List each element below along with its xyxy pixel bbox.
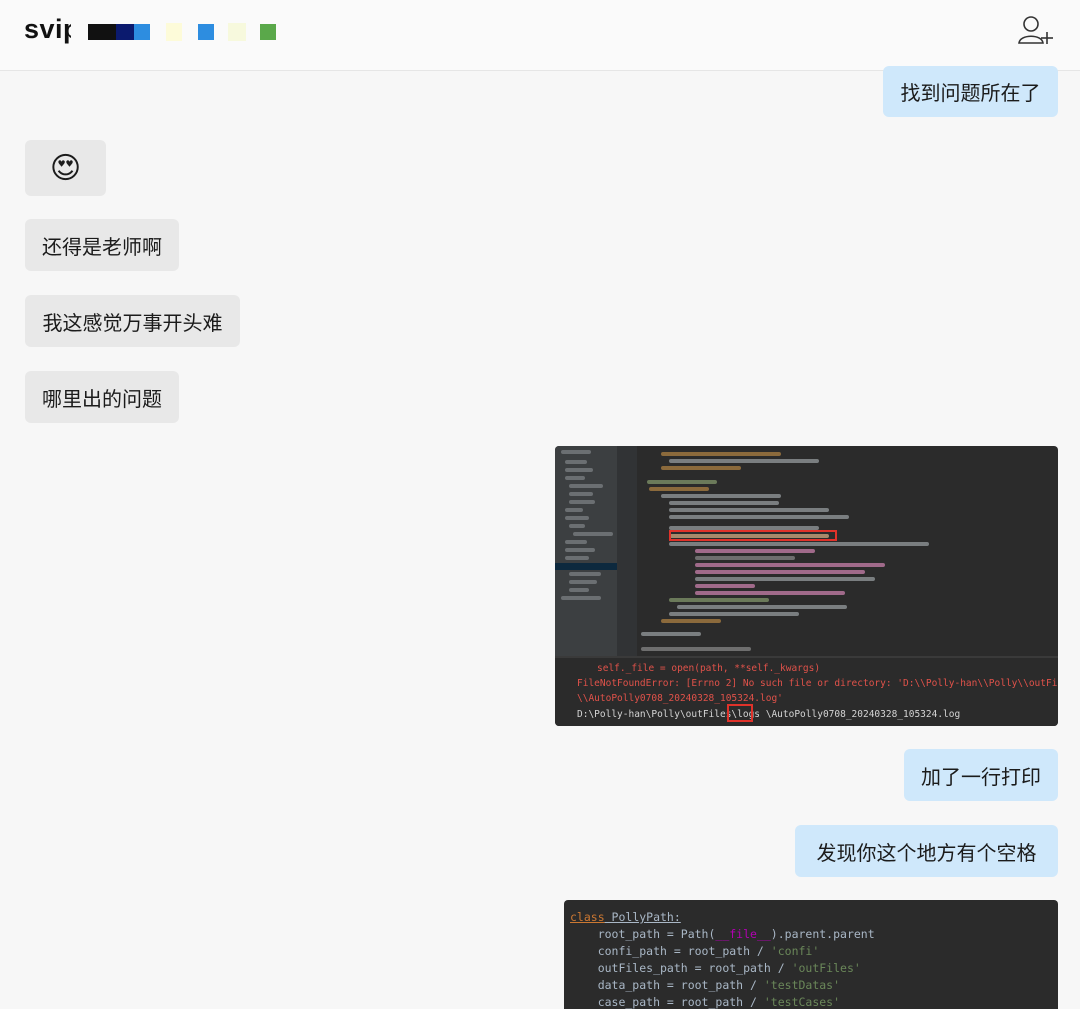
code-line [695,570,865,574]
code-dunder: __file__ [715,927,771,941]
ide-editor-code [639,446,1058,656]
screenshot-image-message[interactable]: self._file = open(path, **self._kwargs) … [555,446,1058,726]
tree-row [561,596,601,600]
highlight-box [727,704,753,722]
code-text: confi_path = root_path / [570,944,771,958]
code-line: case_path = root_path / 'testCases' [570,995,840,1009]
code-string: 'testDatas' [763,978,841,992]
terminal-line: D:\Polly-han\Polly\outFiles\logs \AutoPo… [577,709,961,720]
code-line [647,480,717,484]
ide-gutter [617,446,637,656]
code-line [669,501,779,505]
code-image-message[interactable]: class PollyPath: root_path = Path(__file… [564,900,1058,1009]
code-line [677,605,847,609]
code-line: class PollyPath: [570,910,681,924]
tree-row [569,524,585,528]
redacted-name-block [228,23,246,41]
tree-row [565,468,593,472]
code-keyword: class [570,910,605,924]
terminal-line: self._file = open(path, **self._kwargs) [597,663,821,674]
code-line: outFiles_path = root_path / 'outFiles' [570,961,861,975]
code-string: 'confi' [770,944,820,958]
tree-row [569,580,597,584]
redacted-name-block [134,24,150,40]
code-line [669,515,849,519]
code-line [649,487,709,491]
code-line [669,612,799,616]
code-line: root_path = Path(__file__).parent.parent [570,927,875,941]
tree-row-selected [555,563,617,570]
add-contact-icon[interactable] [1016,14,1056,46]
tree-row [565,548,595,552]
code-text: data_path = root_path / [570,978,764,992]
highlight-box [669,530,837,541]
message-bubble-incoming[interactable]: 我这感觉万事开头难 [25,295,240,347]
message-bubble-outgoing[interactable]: 发现你这个地方有个空格 [795,825,1058,877]
tree-row [561,450,591,454]
redacted-name-block [88,24,118,40]
tree-row [565,540,587,544]
code-line [695,584,755,588]
redacted-name-block [116,24,134,40]
code-text: root_path = Path( [570,927,716,941]
code-text: PollyPath: [604,910,681,924]
code-line [661,494,781,498]
ide-project-panel [555,446,617,656]
chat-header: svip [0,0,1080,71]
code-string: 'testCases' [763,995,841,1009]
code-text: case_path = root_path / [570,995,764,1009]
redacted-name-block [166,23,182,41]
message-bubble-incoming[interactable]: 哪里出的问题 [25,371,179,423]
code-line: confi_path = root_path / 'confi' [570,944,820,958]
terminal-output: self._file = open(path, **self._kwargs) … [555,656,1058,726]
code-line [641,647,751,651]
code-line: data_path = root_path / 'testDatas' [570,978,840,992]
tree-row [565,476,585,480]
emoji-message-bubble[interactable]: 😍 [25,140,106,196]
terminal-line: \\AutoPolly0708_20240328_105324.log' [577,693,783,704]
code-line [669,542,929,546]
chat-title[interactable]: svip [24,14,71,45]
message-bubble-outgoing[interactable]: 加了一行打印 [904,749,1058,801]
message-bubble-incoming[interactable]: 还得是老师啊 [25,219,179,271]
code-line [695,591,845,595]
code-line [695,563,885,567]
code-line [661,466,741,470]
tree-row [569,588,589,592]
tree-row [569,492,593,496]
tree-row [569,572,601,576]
terminal-line: FileNotFoundError: [Errno 2] No such fil… [577,678,1058,689]
tree-row [565,516,589,520]
code-line [695,556,795,560]
code-string: 'outFiles' [791,961,861,975]
redacted-name-block [260,24,276,40]
tree-row [565,556,589,560]
code-line [661,452,781,456]
code-line [695,577,875,581]
message-bubble-outgoing[interactable]: 找到问题所在了 [883,66,1058,117]
code-line [641,632,701,636]
tree-row [569,484,603,488]
code-line [669,508,829,512]
tree-row [565,460,587,464]
code-line [669,598,769,602]
tree-row [569,500,595,504]
code-line [695,549,815,553]
code-line [661,619,721,623]
code-text: outFiles_path = root_path / [570,961,792,975]
redacted-name-block [198,24,214,40]
tree-row [573,532,613,536]
code-line [669,459,819,463]
tree-row [565,508,583,512]
code-text: ).parent.parent [770,927,875,941]
